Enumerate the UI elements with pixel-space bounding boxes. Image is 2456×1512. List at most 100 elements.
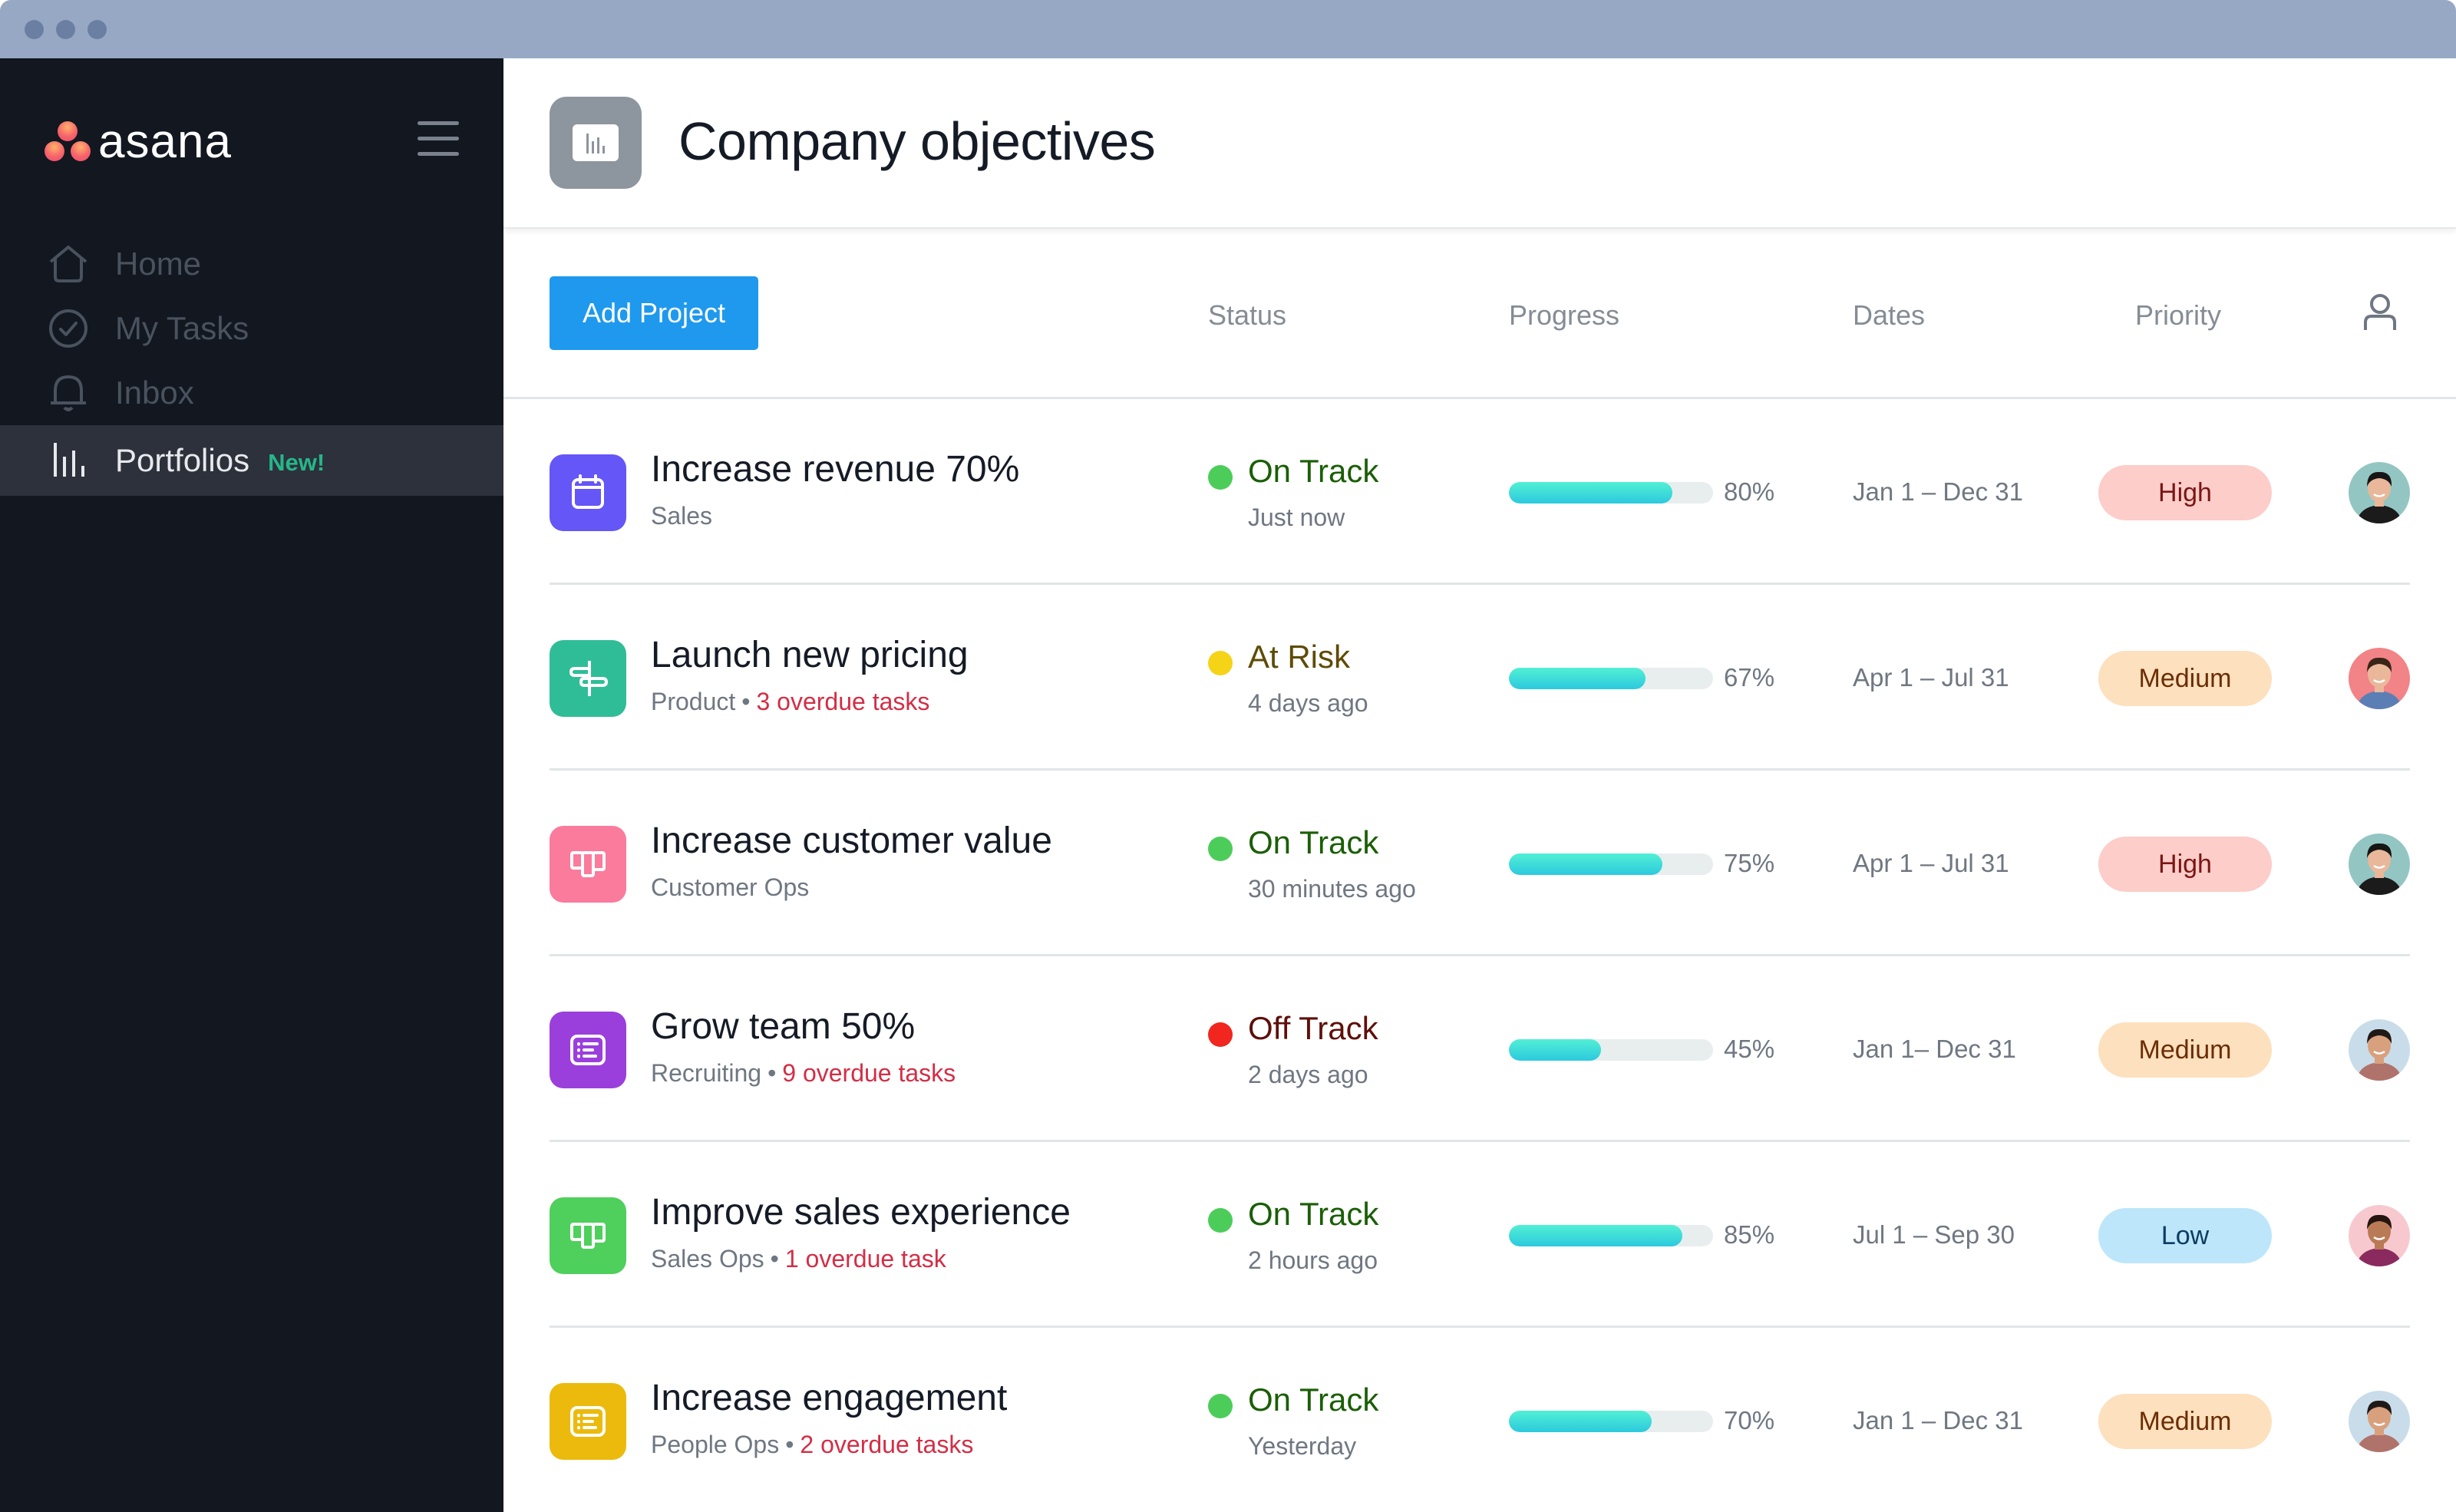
sidebar-item-my-tasks[interactable]: My Tasks	[0, 296, 503, 361]
page-title: Company objectives	[678, 111, 1156, 171]
project-dates[interactable]: Jul 1 – Sep 30	[1853, 1220, 2015, 1250]
asana-logo-icon	[45, 121, 91, 163]
project-row[interactable]: Improve sales experience Sales Ops • 1 ove…	[503, 1142, 2456, 1328]
bar-chart-icon	[48, 440, 89, 481]
overdue-tasks-link[interactable]: 9 overdue tasks	[782, 1059, 956, 1087]
progress-percent: 70%	[1724, 1406, 1775, 1434]
progress-bar	[1509, 853, 1713, 875]
project-icon	[550, 1012, 626, 1088]
priority-badge[interactable]: High	[2098, 465, 2272, 520]
project-subtitle: Sales	[651, 502, 712, 530]
logo-text: asana	[98, 115, 232, 168]
project-row[interactable]: Increase customer value Customer Ops On …	[503, 771, 2456, 956]
status-label[interactable]: On Track	[1248, 1196, 1378, 1233]
column-header-dates[interactable]: Dates	[1853, 299, 1925, 332]
column-header-row: Add Project Status Progress Dates Priori…	[503, 229, 2456, 399]
owner-avatar[interactable]	[2349, 1205, 2410, 1266]
overdue-tasks-link[interactable]: 2 overdue tasks	[800, 1431, 973, 1458]
column-header-progress[interactable]: Progress	[1509, 299, 1619, 332]
priority-badge[interactable]: Medium	[2098, 651, 2272, 706]
column-header-status[interactable]: Status	[1208, 299, 1286, 332]
project-icon	[550, 1383, 626, 1460]
priority-badge[interactable]: Medium	[2098, 1394, 2272, 1449]
overdue-tasks-link[interactable]: 1 overdue task	[785, 1245, 946, 1273]
status-updated-time: 4 days ago	[1248, 689, 1368, 717]
person-icon[interactable]	[2359, 292, 2401, 333]
owner-avatar[interactable]	[2349, 834, 2410, 895]
window-titlebar	[0, 0, 2456, 58]
project-name[interactable]: Increase engagement	[651, 1377, 1007, 1419]
status-label[interactable]: At Risk	[1248, 639, 1350, 675]
project-dates[interactable]: Jan 1 – Dec 31	[1853, 1406, 2023, 1435]
add-project-button[interactable]: Add Project	[550, 276, 758, 350]
project-dates[interactable]: Jan 1– Dec 31	[1853, 1035, 2016, 1064]
progress-bar	[1509, 1039, 1713, 1061]
sidebar-item-home[interactable]: Home	[0, 232, 503, 296]
hamburger-menu-icon[interactable]	[418, 121, 459, 157]
progress-percent: 75%	[1724, 849, 1775, 877]
project-subtitle: Customer Ops	[651, 873, 809, 902]
project-name[interactable]: Increase customer value	[651, 820, 1052, 862]
minimize-window-button[interactable]	[56, 20, 75, 39]
project-name[interactable]: Increase revenue 70%	[651, 448, 1019, 490]
sidebar-item-label: Home	[115, 246, 202, 282]
project-subtitle: Recruiting • 9 overdue tasks	[651, 1059, 956, 1088]
close-window-button[interactable]	[25, 20, 44, 39]
status-label[interactable]: Off Track	[1248, 1010, 1378, 1047]
sidebar-nav: Home My Tasks Inbox Portfolios New!	[0, 232, 503, 496]
calendar-icon	[572, 474, 604, 509]
overdue-tasks-link[interactable]: 3 overdue tasks	[756, 688, 929, 715]
project-icon	[550, 640, 626, 717]
priority-badge[interactable]: Low	[2098, 1208, 2272, 1263]
project-icon	[550, 826, 626, 903]
maximize-window-button[interactable]	[87, 20, 107, 39]
progress-bar-fill	[1509, 1411, 1652, 1432]
project-icon	[550, 454, 626, 531]
project-name[interactable]: Improve sales experience	[651, 1191, 1071, 1233]
priority-badge[interactable]: Medium	[2098, 1022, 2272, 1078]
status-label[interactable]: On Track	[1248, 824, 1378, 861]
project-team: Sales Ops	[651, 1245, 764, 1273]
project-subtitle: Product • 3 overdue tasks	[651, 688, 929, 716]
priority-badge[interactable]: High	[2098, 837, 2272, 892]
project-team: People Ops	[651, 1431, 780, 1458]
project-team: Sales	[651, 502, 713, 530]
sidebar-item-label: Inbox	[115, 375, 194, 411]
sidebar-item-label: Portfolios	[115, 442, 250, 478]
project-name[interactable]: Grow team 50%	[651, 1005, 915, 1048]
asana-logo[interactable]: asana	[45, 118, 232, 166]
status-dot-icon	[1208, 1208, 1233, 1233]
progress-percent: 45%	[1724, 1035, 1775, 1063]
sidebar-item-label: My Tasks	[115, 310, 249, 346]
project-row[interactable]: Increase revenue 70% Sales On Track Just…	[503, 399, 2456, 585]
status-label[interactable]: On Track	[1248, 1382, 1378, 1418]
progress-bar-fill	[1509, 1225, 1683, 1246]
status-dot-icon	[1208, 1022, 1233, 1047]
project-dates[interactable]: Apr 1 – Jul 31	[1853, 663, 2009, 692]
page-header: Company objectives	[503, 58, 2456, 229]
sidebar-item-inbox[interactable]: Inbox	[0, 361, 503, 425]
status-label[interactable]: On Track	[1248, 453, 1378, 490]
board-icon	[570, 1223, 606, 1249]
project-dates[interactable]: Jan 1 – Dec 31	[1853, 477, 2023, 507]
project-row[interactable]: Increase engagement People Ops • 2 overdue…	[503, 1328, 2456, 1512]
owner-avatar[interactable]	[2349, 462, 2410, 523]
new-badge: New!	[268, 449, 325, 476]
owner-avatar[interactable]	[2349, 1391, 2410, 1452]
sidebar-item-portfolios[interactable]: Portfolios New!	[0, 425, 503, 496]
separator-dot: •	[768, 1059, 777, 1087]
owner-avatar[interactable]	[2349, 1019, 2410, 1081]
board-icon	[570, 851, 606, 877]
project-name[interactable]: Launch new pricing	[651, 634, 969, 676]
list-icon	[570, 1406, 606, 1437]
sidebar: asana Home My Tasks Inbox Portfolios New…	[0, 58, 503, 1512]
separator-dot: •	[741, 688, 751, 715]
owner-avatar[interactable]	[2349, 648, 2410, 709]
status-updated-time: Just now	[1248, 503, 1345, 531]
progress-percent: 67%	[1724, 663, 1775, 692]
project-row[interactable]: Grow team 50% Recruiting • 9 overdue tasks…	[503, 956, 2456, 1142]
project-row[interactable]: Launch new pricing Product • 3 overdue tas…	[503, 585, 2456, 771]
project-dates[interactable]: Apr 1 – Jul 31	[1853, 849, 2009, 878]
status-dot-icon	[1208, 651, 1233, 675]
column-header-priority[interactable]: Priority	[2135, 299, 2221, 332]
